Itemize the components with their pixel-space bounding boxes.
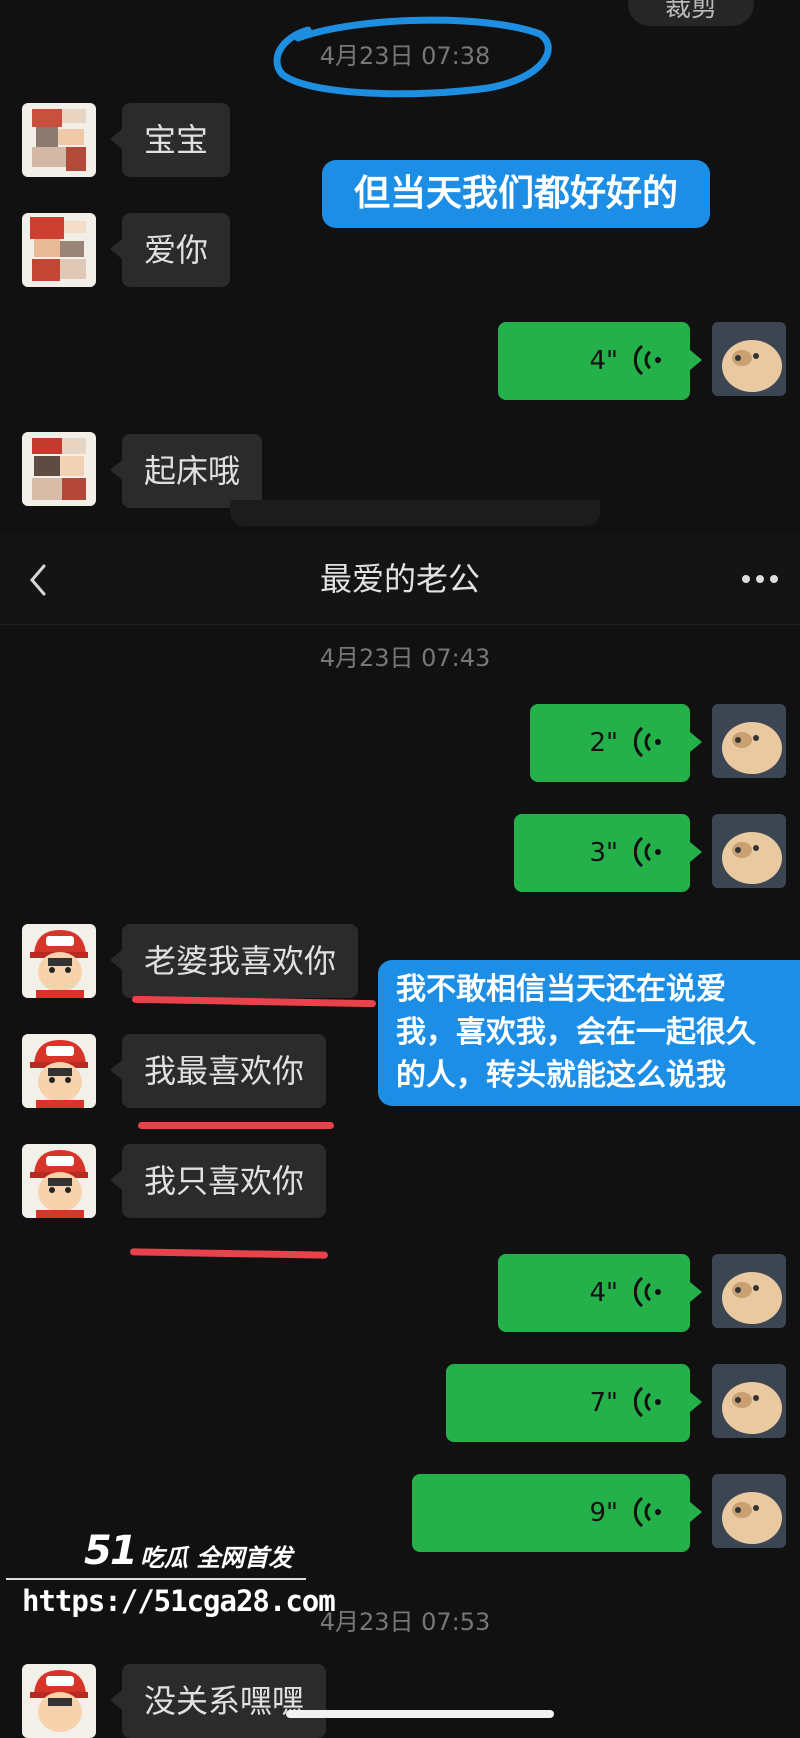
voice-duration: 4"	[589, 1278, 618, 1308]
cartoon-boy-avatar-icon	[22, 1144, 96, 1218]
watermark-line	[6, 1578, 306, 1580]
voice-message-bubble[interactable]: 3"	[514, 814, 702, 892]
cat-avatar-icon	[712, 322, 786, 396]
message-text: 没关系嘿嘿	[144, 1682, 305, 1720]
voice-wave-icon	[634, 1276, 661, 1308]
annotation-text: 但当天我们都好好的	[353, 173, 678, 214]
annotation-line: 我不敢相信当天还在说爱	[396, 972, 726, 1007]
voice-duration: 3"	[589, 838, 618, 868]
cat-avatar-icon	[712, 1474, 786, 1548]
voice-message-bubble[interactable]: 2"	[530, 704, 702, 782]
more-dots-icon[interactable]	[740, 574, 780, 584]
annotation-line: 我，喜欢我，会在一起很久	[396, 1015, 756, 1050]
avatar[interactable]	[22, 1144, 96, 1218]
pixelated-avatar-icon	[22, 103, 96, 177]
voice-duration: 9"	[589, 1498, 618, 1528]
avatar[interactable]	[22, 103, 96, 177]
message-text: 起床哦	[144, 452, 241, 490]
message-text: 我只喜欢你	[144, 1162, 305, 1200]
message-text: 宝宝	[144, 121, 209, 159]
voice-message-bubble[interactable]: 4"	[498, 1254, 702, 1332]
pixelated-avatar-icon	[22, 213, 96, 287]
cat-avatar-icon	[712, 1254, 786, 1328]
voice-message-bubble[interactable]: 4"	[498, 322, 702, 400]
annotation-bubble: 但当天我们都好好的	[322, 160, 710, 228]
timestamp: 4月23日 07:53	[319, 1608, 491, 1636]
red-underline	[129, 1248, 329, 1259]
floating-bar	[230, 500, 600, 526]
avatar[interactable]	[22, 924, 96, 998]
cat-avatar-icon	[712, 1364, 786, 1438]
red-underline	[138, 1122, 334, 1129]
pixelated-avatar-icon	[22, 432, 96, 506]
avatar-self[interactable]	[712, 814, 786, 888]
chat-bubble-incoming[interactable]: 没关系嘿嘿	[109, 1664, 327, 1738]
voice-wave-icon	[634, 726, 661, 758]
chat-bubble-incoming[interactable]: 我只喜欢你	[109, 1144, 327, 1218]
blue-circle-annotation	[273, 16, 552, 98]
chat-bubble-incoming[interactable]: 我最喜欢你	[109, 1034, 327, 1108]
message-text: 爱你	[144, 231, 209, 269]
chat-header: 最爱的老公	[0, 534, 800, 624]
watermark-brand: 51	[84, 1528, 138, 1574]
chevron-left-icon[interactable]	[26, 562, 50, 598]
voice-duration: 4"	[589, 346, 618, 376]
avatar[interactable]	[22, 213, 96, 287]
voice-wave-icon	[634, 836, 661, 868]
cat-avatar-icon	[712, 814, 786, 888]
voice-wave-icon	[634, 344, 661, 376]
voice-wave-icon	[634, 1386, 661, 1418]
avatar-self[interactable]	[712, 1364, 786, 1438]
avatar-self[interactable]	[712, 322, 786, 396]
message-text: 我最喜欢你	[144, 1052, 305, 1090]
avatar[interactable]	[22, 1664, 96, 1738]
crop-button-label: 裁剪	[664, 0, 717, 23]
chat-bubble-incoming[interactable]: 起床哦	[109, 434, 263, 508]
chat-title: 最爱的老公	[319, 560, 480, 598]
voice-message-bubble[interactable]: 7"	[446, 1364, 702, 1442]
avatar-self[interactable]	[712, 1254, 786, 1328]
home-indicator	[286, 1710, 554, 1718]
avatar-self[interactable]	[712, 704, 786, 778]
annotation-line: 的人，转头就能这么说我	[396, 1058, 726, 1093]
voice-message-bubble[interactable]: 9"	[412, 1474, 702, 1552]
timestamp: 4月23日 07:43	[319, 644, 491, 672]
annotation-bubble: 我不敢相信当天还在说爱 我，喜欢我，会在一起很久 的人，转头就能这么说我	[378, 960, 800, 1106]
watermark-brand-text: 吃瓜 全网首发	[140, 1544, 293, 1572]
avatar[interactable]	[22, 1034, 96, 1108]
cartoon-boy-avatar-icon	[22, 1034, 96, 1108]
chat-bubble-incoming[interactable]: 爱你	[109, 213, 231, 287]
header-divider	[0, 624, 800, 625]
crop-button[interactable]: 裁剪	[628, 0, 754, 26]
cartoon-boy-avatar-icon	[22, 924, 96, 998]
voice-wave-icon	[634, 1496, 661, 1528]
voice-duration: 7"	[589, 1388, 618, 1418]
avatar-self[interactable]	[712, 1474, 786, 1548]
voice-duration: 2"	[589, 728, 618, 758]
message-text: 老婆我喜欢你	[144, 942, 337, 980]
cartoon-boy-avatar-icon	[22, 1664, 96, 1738]
chat-bubble-incoming[interactable]: 老婆我喜欢你	[109, 924, 359, 998]
avatar[interactable]	[22, 432, 96, 506]
chat-bubble-incoming[interactable]: 宝宝	[109, 103, 231, 177]
cat-avatar-icon	[712, 704, 786, 778]
